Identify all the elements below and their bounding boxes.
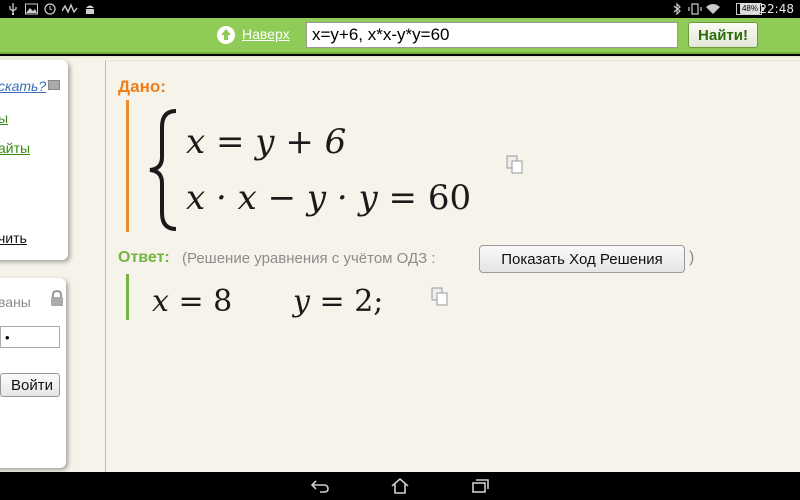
- home-icon[interactable]: [390, 478, 410, 494]
- answer-x-equals: =: [178, 284, 214, 319]
- divider: [0, 56, 800, 58]
- answer-y-var: y: [293, 284, 310, 319]
- eq1-equals: =: [216, 122, 256, 162]
- header-bar: Наверх Найти!: [0, 18, 800, 54]
- usb-icon: [9, 3, 17, 15]
- answer-accent-bar: [126, 274, 129, 320]
- find-button[interactable]: Найти!: [688, 22, 758, 48]
- given-title: Дано:: [118, 77, 166, 96]
- battery-percent: 48%: [739, 3, 760, 14]
- search-prompt-link[interactable]: скать?: [0, 78, 46, 94]
- android-icon: [86, 5, 94, 14]
- eq2-equals: =: [388, 178, 428, 218]
- eq1-lhs: x: [186, 122, 206, 162]
- sidebar-link-3[interactable]: чить: [0, 230, 27, 246]
- equation-2: x · x − y · y = 60: [186, 178, 471, 218]
- show-steps-button[interactable]: Показать Ход Решения: [479, 245, 685, 273]
- scroll-top-link[interactable]: Наверх: [242, 26, 290, 42]
- equation-1: x = y + 6: [186, 122, 346, 162]
- answer-y: y = 2;: [293, 284, 383, 319]
- search-input[interactable]: [306, 22, 678, 48]
- copy-icon[interactable]: [506, 155, 524, 175]
- answer-y-value: 2;: [354, 284, 384, 319]
- arrow-up-circle-icon[interactable]: [216, 25, 236, 45]
- sidebar-link-1[interactable]: ы: [0, 110, 8, 126]
- copy-icon[interactable]: [431, 287, 449, 307]
- login-button[interactable]: Войти: [0, 373, 60, 397]
- navigation-bar: [0, 472, 800, 500]
- answer-label: Ответ:: [118, 249, 170, 266]
- answer-note: (Решение уравнения с учётом ОДЗ :: [182, 250, 436, 267]
- answer-x-var: x: [152, 284, 169, 319]
- recent-apps-icon[interactable]: [470, 478, 490, 494]
- left-brace: [149, 109, 177, 231]
- eq1-rhs: y + 6: [255, 122, 347, 162]
- eq2-lhs: x · x − y · y: [186, 178, 378, 218]
- back-icon[interactable]: [310, 478, 330, 494]
- login-field[interactable]: [0, 326, 60, 348]
- clock-small-icon: [44, 3, 56, 15]
- eq2-rhs: 60: [427, 178, 472, 218]
- given-accent-bar: [126, 100, 129, 232]
- answer-x-value: 8: [213, 284, 233, 319]
- wifi-icon: [706, 4, 720, 14]
- signal-icon: [62, 3, 78, 14]
- sidebar-card-links: скать? ы айты чить: [0, 60, 68, 260]
- sidebar-link-2[interactable]: айты: [0, 140, 30, 156]
- login-prompt: ваны: [0, 294, 31, 310]
- clock: 22:48: [759, 2, 794, 16]
- vibrate-icon: [688, 3, 702, 15]
- answer-y-equals: =: [319, 284, 355, 319]
- collapse-icon[interactable]: [48, 80, 60, 90]
- bluetooth-icon: [673, 3, 681, 15]
- answer-note-close: ): [689, 249, 695, 266]
- answer-x: x = 8: [152, 284, 232, 319]
- picture-icon: [25, 3, 38, 15]
- lock-icon: [51, 290, 63, 306]
- status-bar: 48% 22:48: [0, 0, 800, 18]
